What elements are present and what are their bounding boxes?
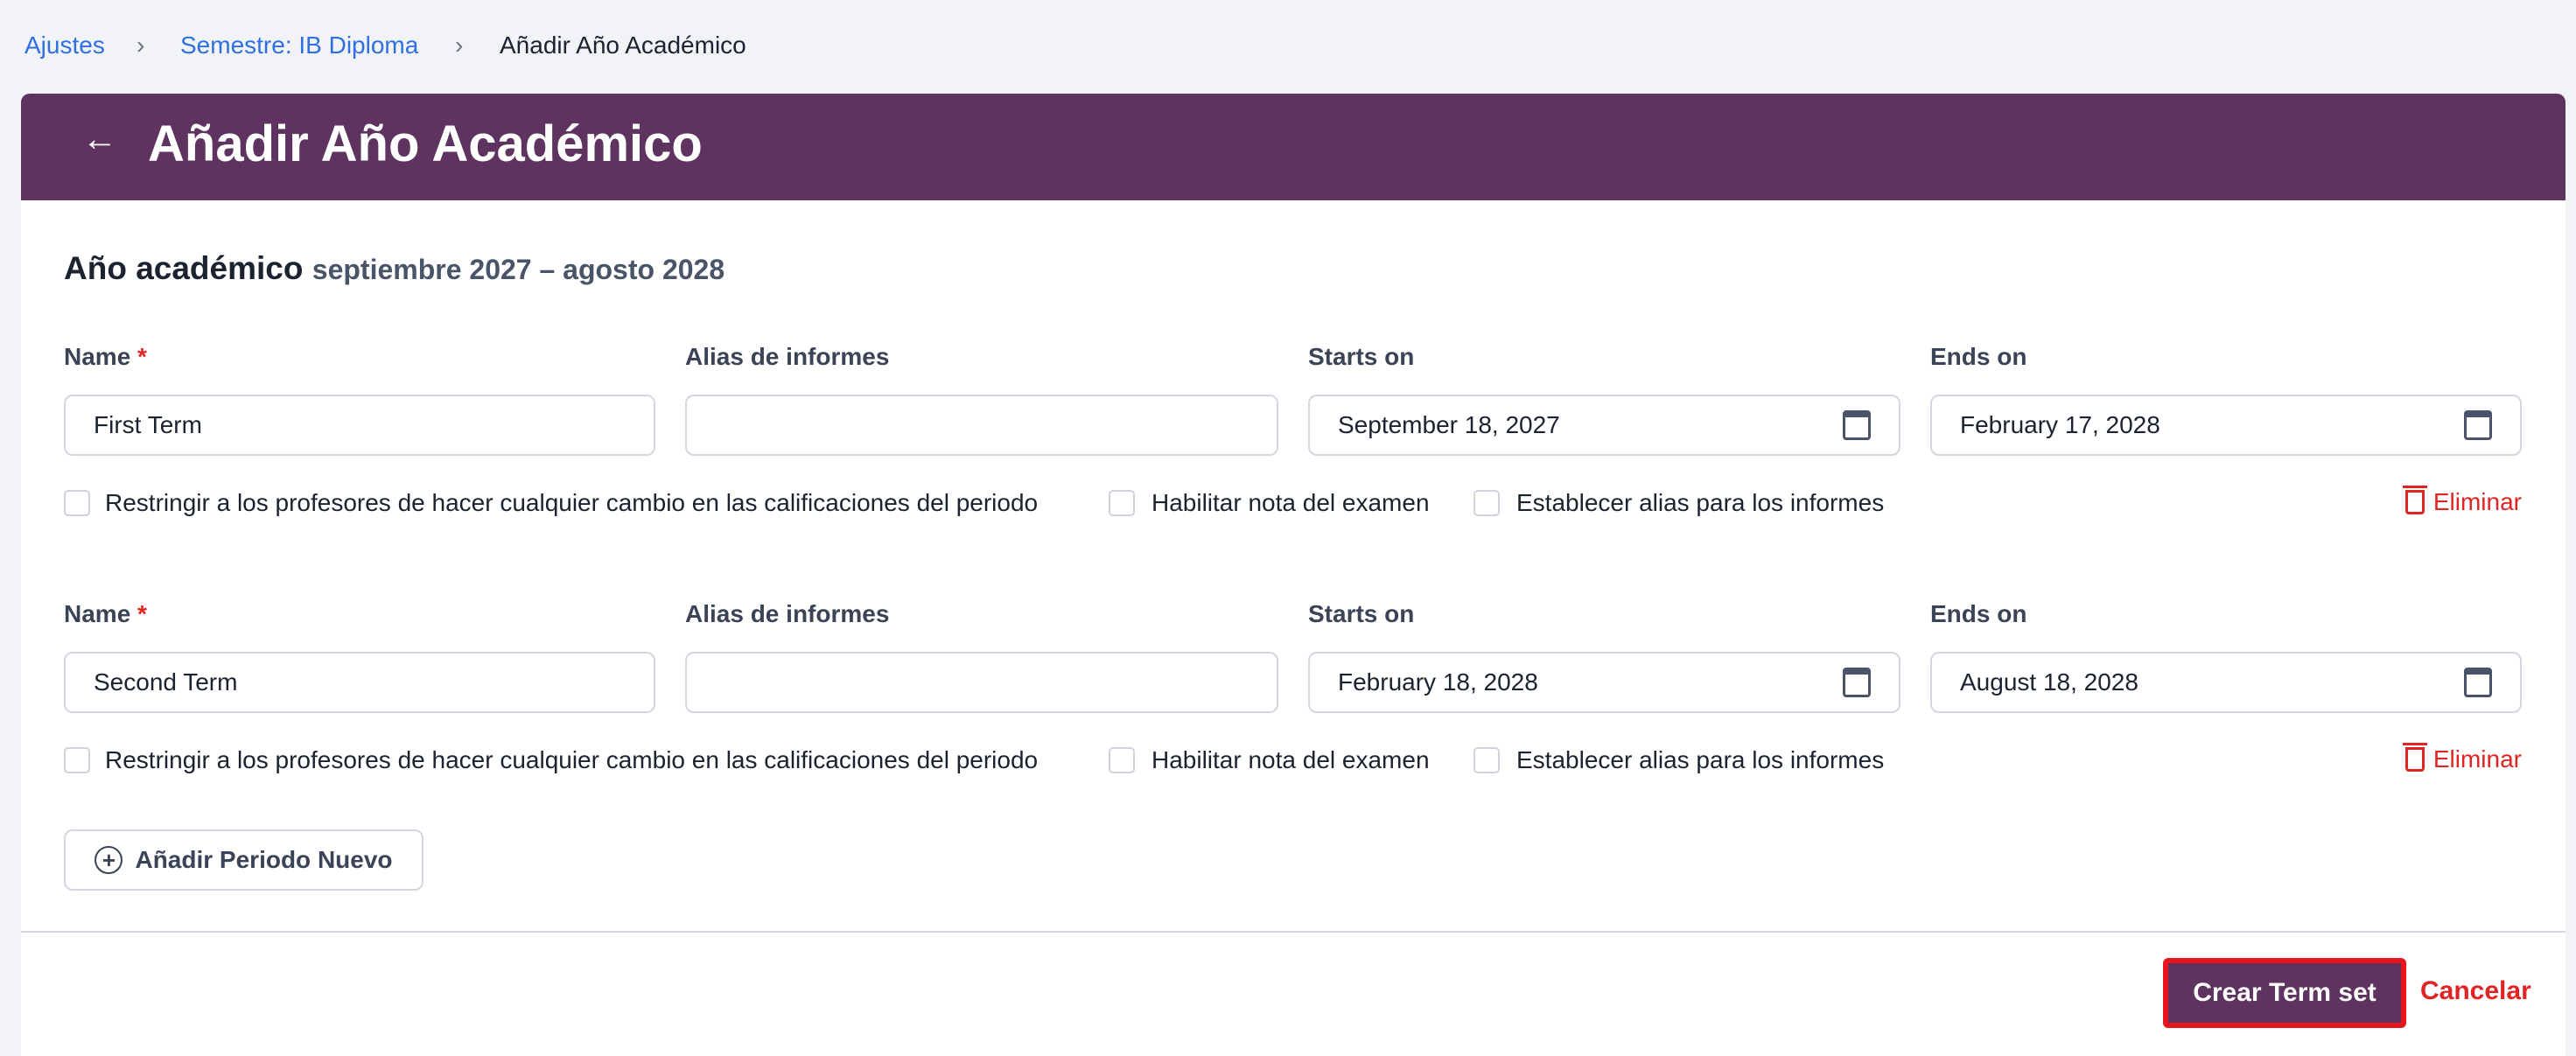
add-period-button[interactable]: + Añadir Periodo Nuevo (64, 829, 424, 891)
name-input[interactable]: Second Term (64, 652, 655, 713)
create-term-set-button[interactable]: Crear Term set (2163, 958, 2406, 1028)
add-period-label: Añadir Periodo Nuevo (135, 846, 393, 873)
required-marker: * (137, 343, 147, 370)
section-title: Año académico septiembre 2027 – agosto 2… (64, 250, 724, 287)
calendar-icon[interactable] (2464, 668, 2492, 697)
alias-input[interactable] (685, 395, 1278, 456)
starts-on-label: Starts on (1308, 343, 1415, 370)
delete-term-button[interactable]: Eliminar (2402, 743, 2522, 773)
ends-on-label: Ends on (1930, 343, 2027, 370)
page-title: Añadir Año Académico (148, 115, 703, 172)
restrict-label: Restringir a los profesores de hacer cua… (105, 489, 1039, 516)
report-alias-checkbox[interactable] (1474, 747, 1500, 773)
restrict-checkbox[interactable] (64, 747, 90, 773)
starts-value: February 18, 2028 (1338, 668, 1538, 696)
ends-value: August 18, 2028 (1960, 668, 2138, 696)
divider (21, 931, 2566, 933)
name-label-text: Name (64, 343, 131, 370)
exam-grade-label: Habilitar nota del examen (1152, 746, 1430, 773)
ends-value: February 17, 2028 (1960, 411, 2160, 438)
alias-label: Alias de informes (685, 343, 890, 370)
calendar-icon[interactable] (1843, 410, 1871, 440)
form-card: ← Añadir Año Académico (21, 94, 2566, 1056)
section-heading: Año académico (64, 250, 304, 286)
chevron-right-icon: › (455, 31, 464, 59)
delete-label: Eliminar (2432, 745, 2522, 773)
arrow-left-icon[interactable]: ← (82, 120, 117, 159)
name-input[interactable]: First Term (64, 395, 655, 456)
name-value: Second Term (94, 668, 238, 696)
name-label: Name * (64, 343, 147, 371)
ends-on-input[interactable]: August 18, 2028 (1930, 652, 2522, 713)
ends-on-label: Ends on (1930, 600, 2027, 627)
restrict-checkbox[interactable] (64, 490, 90, 516)
name-label-text: Name (64, 600, 131, 627)
alias-input[interactable] (685, 652, 1278, 713)
cancel-button[interactable]: Cancelar (2420, 976, 2531, 1006)
starts-on-input[interactable]: September 18, 2027 (1308, 395, 1900, 456)
alias-label: Alias de informes (685, 600, 890, 627)
name-label: Name * (64, 600, 147, 628)
report-alias-label: Establecer alias para los informes (1516, 489, 1885, 516)
report-alias-label: Establecer alias para los informes (1516, 746, 1885, 773)
breadcrumb-semestre[interactable]: Semestre: IB Diploma (180, 31, 418, 59)
trash-icon (2402, 486, 2427, 514)
delete-label: Eliminar (2432, 488, 2522, 515)
starts-value: September 18, 2027 (1338, 411, 1560, 438)
exam-grade-label: Habilitar nota del examen (1152, 489, 1430, 516)
exam-grade-checkbox[interactable] (1109, 747, 1135, 773)
report-alias-checkbox[interactable] (1474, 490, 1500, 516)
page-header: ← Añadir Año Académico (21, 94, 2566, 200)
starts-on-input[interactable]: February 18, 2028 (1308, 652, 1900, 713)
exam-grade-checkbox[interactable] (1109, 490, 1135, 516)
restrict-label: Restringir a los profesores de hacer cua… (105, 746, 1039, 773)
academic-year-range: septiembre 2027 – agosto 2028 (312, 254, 725, 285)
breadcrumb-ajustes[interactable]: Ajustes (24, 31, 105, 59)
ends-on-input[interactable]: February 17, 2028 (1930, 395, 2522, 456)
breadcrumb-current: Añadir Año Académico (500, 31, 746, 59)
required-marker: * (137, 600, 147, 627)
trash-icon (2402, 743, 2427, 772)
plus-circle-icon: + (94, 846, 123, 874)
name-value: First Term (94, 411, 202, 438)
delete-term-button[interactable]: Eliminar (2402, 486, 2522, 516)
calendar-icon[interactable] (1843, 668, 1871, 697)
starts-on-label: Starts on (1308, 600, 1415, 627)
chevron-right-icon: › (136, 31, 145, 59)
calendar-icon[interactable] (2464, 410, 2492, 440)
